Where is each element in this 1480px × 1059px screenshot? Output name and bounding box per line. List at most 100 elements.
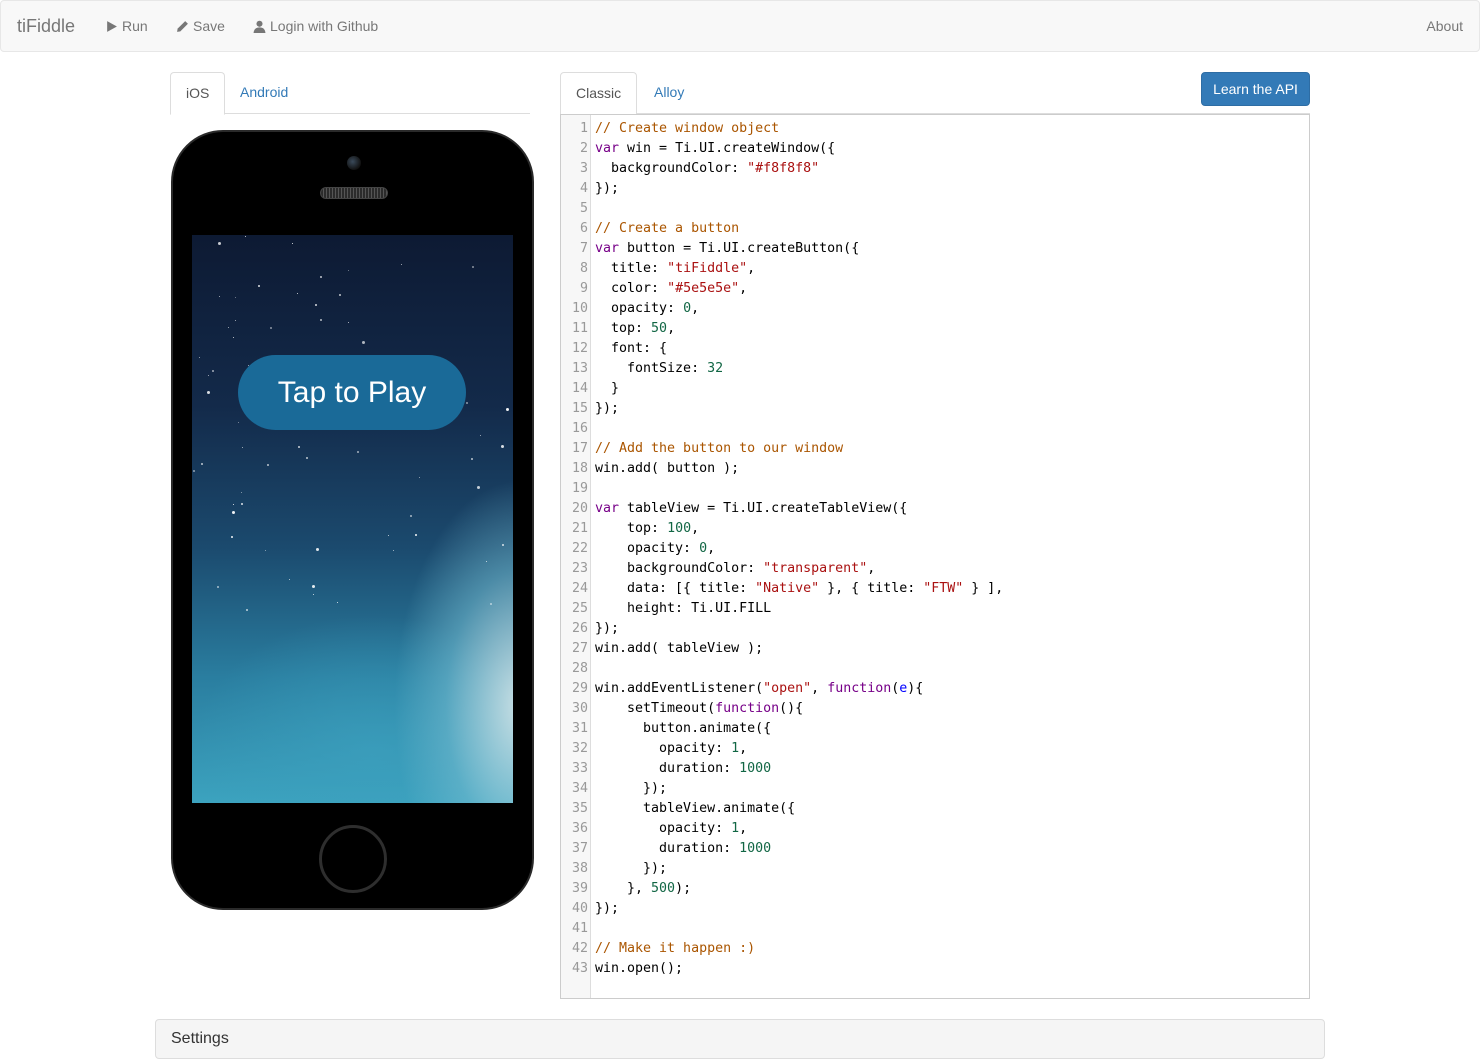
code-line[interactable]: 32 opacity: 1, — [561, 739, 1309, 759]
code-text: color: "#5e5e5e", — [595, 281, 748, 296]
code-line[interactable]: 10 opacity: 0, — [561, 299, 1309, 319]
save-label: Save — [193, 18, 225, 34]
line-number: 31 — [571, 721, 588, 736]
code-line[interactable]: 18 win.add( button ); — [561, 459, 1309, 479]
code-line[interactable]: 5 — [561, 199, 1309, 219]
code-line[interactable]: 34 }); — [561, 779, 1309, 799]
code-line[interactable]: 28 — [561, 659, 1309, 679]
about-link[interactable]: About — [1426, 18, 1463, 34]
tab-ios[interactable]: iOS — [170, 72, 226, 115]
star-decoration — [297, 293, 298, 294]
code-line[interactable]: 21 top: 100, — [561, 519, 1309, 539]
code-line[interactable]: 39 }, 500); — [561, 879, 1309, 899]
code-text: // Add the button to our window — [595, 441, 844, 456]
code-line[interactable]: 4}); — [561, 179, 1309, 199]
tap-to-play-button[interactable]: Tap to Play — [238, 355, 466, 430]
run-button[interactable]: Run — [105, 18, 148, 34]
login-github-button[interactable]: Login with Github — [253, 18, 378, 34]
code-line[interactable]: 20 var tableView = Ti.UI.createTableView(… — [561, 499, 1309, 519]
code-line[interactable]: 6 // Create a button — [561, 219, 1309, 239]
code-line[interactable]: 14 } — [561, 379, 1309, 399]
line-number: 1 — [579, 121, 588, 136]
code-line[interactable]: 43 win.open(); — [561, 959, 1309, 979]
speaker-grille — [320, 187, 388, 199]
code-line[interactable]: 24 data: [{ title: "Native" }, { title: … — [561, 579, 1309, 599]
star-decoration — [228, 327, 229, 328]
line-number: 40 — [571, 901, 588, 916]
code-line[interactable]: 12 font: { — [561, 339, 1309, 359]
code-line[interactable]: 15}); — [561, 399, 1309, 419]
code-line[interactable]: 17 // Add the button to our window — [561, 439, 1309, 459]
code-line[interactable]: 23 backgroundColor: "transparent", — [561, 559, 1309, 579]
code-text: }); — [595, 401, 620, 416]
code-line[interactable]: 2 var win = Ti.UI.createWindow({ — [561, 139, 1309, 159]
star-decoration — [193, 470, 195, 472]
brand-logo[interactable]: tiFiddle — [17, 16, 75, 37]
star-decoration — [232, 511, 235, 514]
save-button[interactable]: Save — [176, 18, 225, 34]
star-decoration — [471, 458, 473, 460]
star-decoration — [501, 445, 504, 448]
star-decoration — [388, 535, 389, 536]
code-text: }); — [595, 621, 620, 636]
code-line[interactable]: 16 — [561, 419, 1309, 439]
code-line[interactable]: 13 fontSize: 32 — [561, 359, 1309, 379]
tab-classic[interactable]: Classic — [560, 72, 638, 115]
user-icon — [253, 20, 266, 33]
code-line[interactable]: 8 title: "tiFiddle", — [561, 259, 1309, 279]
code-text: // Create a button — [595, 221, 740, 236]
code-line[interactable]: 33 duration: 1000 — [561, 759, 1309, 779]
tab-android[interactable]: Android — [225, 72, 303, 114]
line-number: 24 — [571, 581, 588, 596]
code-line[interactable]: 37 duration: 1000 — [561, 839, 1309, 859]
code-line[interactable]: 1 // Create window object — [561, 119, 1309, 139]
code-text: // Create window object — [595, 121, 780, 136]
line-number: 28 — [571, 661, 588, 676]
star-decoration — [320, 319, 322, 321]
code-line[interactable]: 38 }); — [561, 859, 1309, 879]
learn-api-button[interactable]: Learn the API — [1201, 72, 1310, 106]
star-decoration — [292, 243, 293, 244]
code-text: } — [595, 381, 620, 396]
home-button[interactable] — [319, 825, 387, 893]
code-line[interactable]: 26}); — [561, 619, 1309, 639]
star-decoration — [235, 320, 236, 321]
code-line[interactable]: 7 var button = Ti.UI.createButton({ — [561, 239, 1309, 259]
star-decoration — [316, 548, 319, 551]
code-line[interactable]: 19 — [561, 479, 1309, 499]
camera — [347, 156, 361, 170]
star-decoration — [480, 435, 481, 436]
code-line[interactable]: 22 opacity: 0, — [561, 539, 1309, 559]
code-line[interactable]: 30 setTimeout(function(){ — [561, 699, 1309, 719]
code-text: }); — [595, 861, 668, 876]
star-decoration — [506, 408, 509, 411]
line-number: 2 — [579, 141, 588, 156]
code-line[interactable]: 25 height: Ti.UI.FILL — [561, 599, 1309, 619]
line-number: 32 — [571, 741, 588, 756]
star-decoration — [486, 561, 487, 562]
code-line[interactable]: 9 color: "#5e5e5e", — [561, 279, 1309, 299]
line-number: 29 — [571, 681, 588, 696]
star-decoration — [490, 603, 492, 605]
code-editor[interactable]: 1 // Create window object 2 var win = Ti.UI… — [560, 114, 1310, 999]
code-text: win.open(); — [595, 961, 684, 976]
code-line[interactable]: 42 // Make it happen :) — [561, 939, 1309, 959]
code-line[interactable]: 27 win.add( tableView ); — [561, 639, 1309, 659]
star-decoration — [235, 297, 236, 298]
star-decoration — [393, 550, 394, 551]
code-line[interactable]: 3 backgroundColor: "#f8f8f8" — [561, 159, 1309, 179]
line-number: 23 — [571, 561, 588, 576]
code-line[interactable]: 35 tableView.animate({ — [561, 799, 1309, 819]
code-line[interactable]: 11 top: 50, — [561, 319, 1309, 339]
star-decoration — [472, 266, 474, 268]
tab-alloy[interactable]: Alloy — [639, 72, 699, 114]
line-number: 12 — [571, 341, 588, 356]
code-line[interactable]: 31 button.animate({ — [561, 719, 1309, 739]
star-decoration — [238, 422, 239, 423]
code-line[interactable]: 29 win.addEventListener("open", function(… — [561, 679, 1309, 699]
code-line[interactable]: 36 opacity: 1, — [561, 819, 1309, 839]
code-line[interactable]: 41 — [561, 919, 1309, 939]
star-decoration — [415, 534, 417, 536]
code-line[interactable]: 40}); — [561, 899, 1309, 919]
